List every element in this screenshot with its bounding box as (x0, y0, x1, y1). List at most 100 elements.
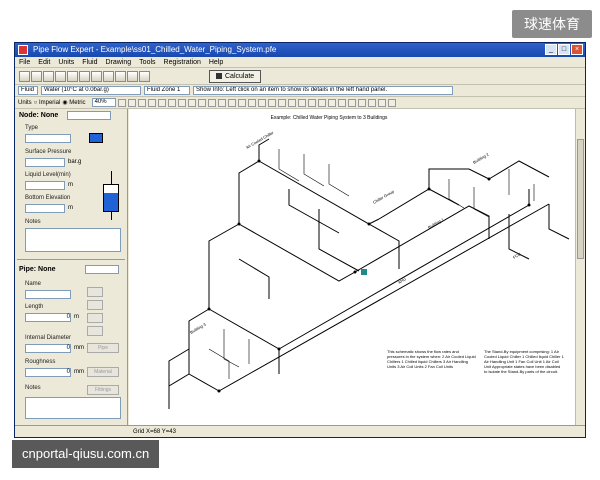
pipe-nodes (207, 159, 531, 393)
copy-tool-icon[interactable] (287, 98, 296, 107)
settings-icon[interactable] (139, 70, 150, 82)
new-file-icon[interactable] (19, 70, 30, 82)
align-tool-icon[interactable] (307, 98, 316, 107)
report-icon[interactable] (127, 70, 138, 82)
menu-file[interactable]: File (19, 57, 30, 67)
pipe-option-3-button[interactable] (87, 313, 103, 323)
menu-bar: File Edit Units Fluid Drawing Tools Regi… (15, 57, 585, 68)
pump-tool-icon[interactable] (187, 98, 196, 107)
pipe-tool-icon[interactable] (177, 98, 186, 107)
rotate-tool-icon[interactable] (327, 98, 336, 107)
surface-pressure-input[interactable] (25, 158, 65, 167)
print-preview-icon[interactable] (67, 70, 78, 82)
pipe-option-4-button[interactable] (87, 326, 103, 336)
calculate-button[interactable]: Calculate (209, 69, 262, 83)
menu-fluid[interactable]: Fluid (82, 57, 97, 67)
drawing-title: Example: Chilled Water Piping System to … (271, 115, 388, 121)
liquid-level-label: Liquid Level(min) (25, 172, 71, 178)
print-icon[interactable] (55, 70, 66, 82)
maximize-button[interactable]: □ (558, 44, 570, 55)
menu-edit[interactable]: Edit (38, 57, 50, 67)
flip-tool-icon[interactable] (317, 98, 326, 107)
pipe-option-1-button[interactable] (87, 287, 103, 297)
pointer-icon[interactable] (137, 98, 146, 107)
fittings-button[interactable]: Fittings (87, 385, 119, 395)
imperial-radio[interactable]: ○ Imperial (34, 100, 61, 106)
delete-tool-icon[interactable] (267, 98, 276, 107)
pressure-tool-icon[interactable] (237, 98, 246, 107)
note-right-text: The Stand-By equipment comprising: 1 Air… (484, 349, 564, 374)
node-notes-input[interactable] (25, 228, 121, 252)
pipe-data-button[interactable]: Pipe (87, 343, 119, 353)
roughness-input[interactable]: 0 (25, 368, 71, 377)
text-tool-icon[interactable] (277, 98, 286, 107)
pipe-option-2-button[interactable] (87, 300, 103, 310)
open-file-icon[interactable] (31, 70, 42, 82)
redo-icon[interactable] (387, 98, 396, 107)
bottom-elevation-input[interactable] (25, 204, 65, 213)
type-select[interactable] (25, 134, 71, 143)
tank-pipe-bottom (111, 212, 112, 220)
grid-icon[interactable] (103, 70, 114, 82)
note-left-box: This schematic shows the flow rates and … (387, 349, 476, 369)
length-input[interactable]: 0 (25, 313, 71, 322)
menu-drawing[interactable]: Drawing (105, 57, 131, 67)
label-building-3: Building 3 (189, 321, 207, 335)
pipe-name-label: Name (25, 281, 42, 287)
grid-tool-icon[interactable] (337, 98, 346, 107)
demand-tool-icon[interactable] (217, 98, 226, 107)
copy-icon[interactable] (79, 70, 90, 82)
flow-tool-icon[interactable] (227, 98, 236, 107)
measure-tool-icon[interactable] (347, 98, 356, 107)
pipe-notes-input[interactable] (25, 397, 121, 419)
minimize-button[interactable]: _ (545, 44, 557, 55)
tank-tool-icon[interactable] (167, 98, 176, 107)
fluid-button[interactable]: Fluid (18, 86, 38, 95)
piping-schematic: Example: Chilled Water Piping System to … (168, 115, 570, 409)
pump-icon[interactable] (361, 269, 367, 275)
menu-registration[interactable]: Registration (164, 57, 201, 67)
node-name-field[interactable] (67, 111, 111, 120)
roughness-unit: mm (74, 369, 84, 375)
elevation-tool-icon[interactable] (247, 98, 256, 107)
cancel-tool-icon[interactable] (367, 98, 376, 107)
internal-diameter-input[interactable]: 0 (25, 344, 71, 353)
drawing-canvas[interactable]: Example: Chilled Water Piping System to … (129, 109, 577, 427)
component-tool-icon[interactable] (207, 98, 216, 107)
fluid-zone-select[interactable]: Fluid Zone 1 (144, 86, 190, 95)
zoom-select[interactable]: 40% (91, 98, 116, 107)
undo-icon[interactable] (377, 98, 386, 107)
surface-pressure-label: Surface Pressure (25, 149, 72, 155)
zoom-in-icon[interactable] (117, 98, 126, 107)
pipe-style-select[interactable] (85, 265, 119, 274)
info-text: Show Info: Left click on an item to show… (193, 86, 453, 95)
menu-tools[interactable]: Tools (139, 57, 155, 67)
type-label: Type (25, 125, 39, 131)
pipe-name-input[interactable] (25, 290, 71, 299)
metric-label: Metric (69, 100, 86, 106)
pan-icon[interactable] (147, 98, 156, 107)
close-button[interactable]: × (571, 44, 583, 55)
node-tool-icon[interactable] (157, 98, 166, 107)
liquid-level-input[interactable] (25, 181, 65, 190)
find-tool-icon[interactable] (357, 98, 366, 107)
results-table-icon[interactable] (115, 70, 126, 82)
valve-tool-icon[interactable] (197, 98, 206, 107)
fluid-field[interactable]: Water (10°C at 0.0bar.g) (41, 86, 141, 95)
internal-diameter-unit: mm (74, 345, 84, 351)
title-bar: Pipe Flow Expert - Example\ss01_Chilled_… (15, 43, 585, 57)
menu-help[interactable]: Help (209, 57, 223, 67)
material-button[interactable]: Material (87, 367, 119, 377)
roughness-label: Roughness (25, 359, 56, 365)
save-icon[interactable] (43, 70, 54, 82)
node-type-icon[interactable] (89, 133, 103, 143)
vertical-scrollbar[interactable] (575, 109, 585, 427)
menu-units[interactable]: Units (58, 57, 74, 67)
fitting-tool-icon[interactable] (257, 98, 266, 107)
zoom-out-icon[interactable] (127, 98, 136, 107)
label-chiller-group: Chiller Group (372, 188, 396, 205)
scroll-thumb[interactable] (577, 139, 584, 259)
metric-radio[interactable]: ◉ Metric (62, 99, 85, 106)
paste-tool-icon[interactable] (297, 98, 306, 107)
paste-icon[interactable] (91, 70, 102, 82)
